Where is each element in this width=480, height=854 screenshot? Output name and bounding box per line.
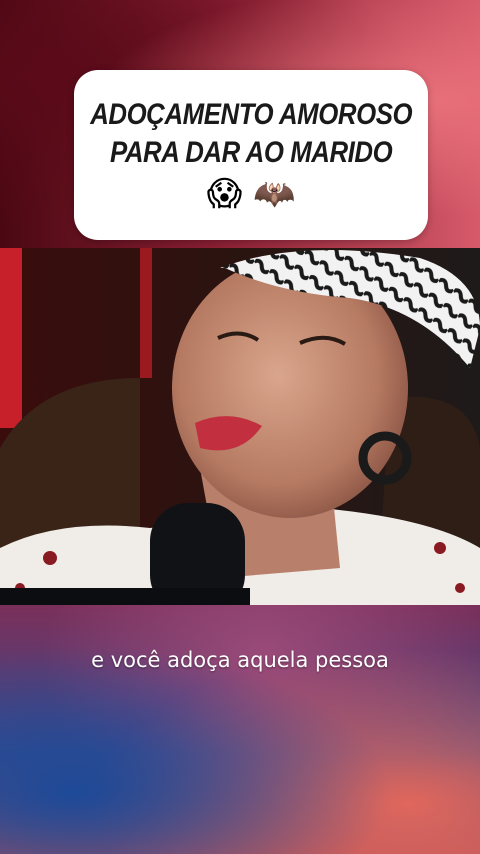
title-card: ADOÇAMENTO AMOROSO PARA DAR AO MARIDO 😱 … bbox=[74, 70, 428, 240]
shirt-print bbox=[434, 542, 446, 554]
video-scene bbox=[0, 248, 480, 606]
microphone-arm bbox=[0, 588, 250, 606]
title-line-1: ADOÇAMENTO AMOROSO bbox=[90, 98, 412, 131]
video-frame[interactable] bbox=[0, 248, 480, 606]
emoji-row: 😱 🦇 bbox=[207, 174, 296, 214]
bat-icon: 🦇 bbox=[252, 174, 296, 214]
red-light-strip bbox=[0, 248, 22, 428]
red-light-strip-2 bbox=[140, 248, 152, 378]
title-line-2: PARA DAR AO MARIDO bbox=[109, 136, 393, 169]
screaming-face-icon: 😱 bbox=[206, 174, 243, 214]
background-bottom bbox=[0, 605, 480, 854]
shirt-print bbox=[455, 583, 465, 593]
subtitle-caption: e você adoça aquela pessoa bbox=[91, 648, 389, 672]
shirt-print bbox=[43, 551, 57, 565]
